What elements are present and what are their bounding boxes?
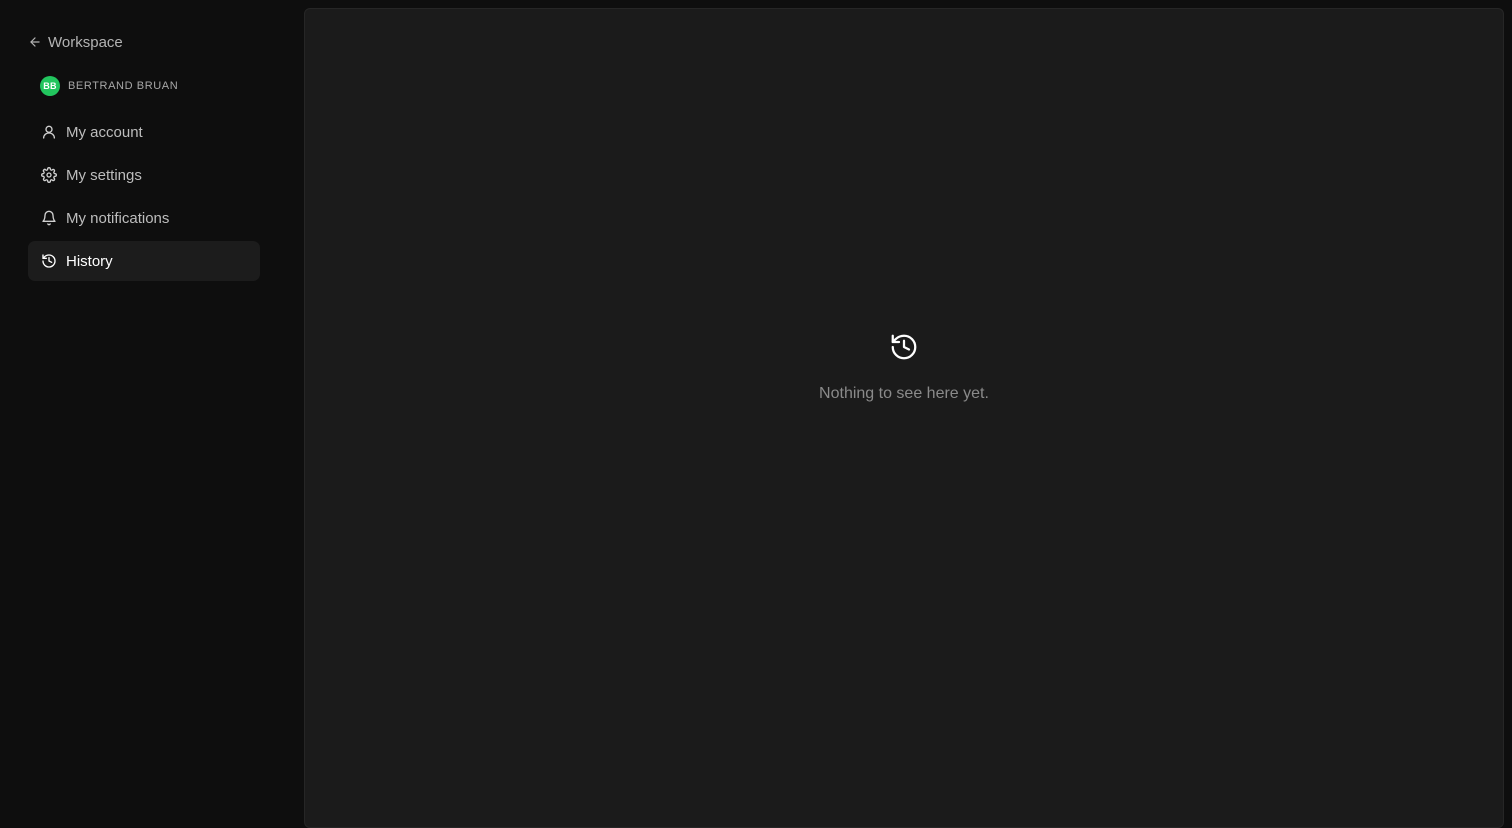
sidebar-item-my-settings[interactable]: My settings [28,155,260,195]
sidebar: Workspace BB BERTRAND BRUAN My account M… [0,0,296,814]
gear-icon [41,167,57,183]
user-profile: BB BERTRAND BRUAN [40,76,178,96]
avatar: BB [40,76,60,96]
history-icon [889,332,919,367]
sidebar-item-label: History [66,252,113,270]
sidebar-item-label: My settings [66,166,142,184]
settings-nav: My account My settings My notifications [28,112,260,284]
main-panel: Nothing to see here yet. [304,8,1504,828]
empty-state-message: Nothing to see here yet. [819,385,989,402]
sidebar-item-my-notifications[interactable]: My notifications [28,198,260,238]
bell-icon [41,210,57,226]
sidebar-item-label: My notifications [66,209,170,227]
sidebar-item-label: My account [66,123,143,141]
user-name: BERTRAND BRUAN [68,80,179,92]
sidebar-item-history[interactable]: History [28,241,260,281]
sidebar-item-my-account[interactable]: My account [28,112,260,152]
back-link-label: Workspace [48,33,123,51]
user-icon [41,124,57,140]
history-icon [41,253,57,269]
back-to-workspace-link[interactable]: Workspace [28,31,123,53]
arrow-left-icon [28,35,42,49]
empty-state: Nothing to see here yet. [305,332,1503,403]
